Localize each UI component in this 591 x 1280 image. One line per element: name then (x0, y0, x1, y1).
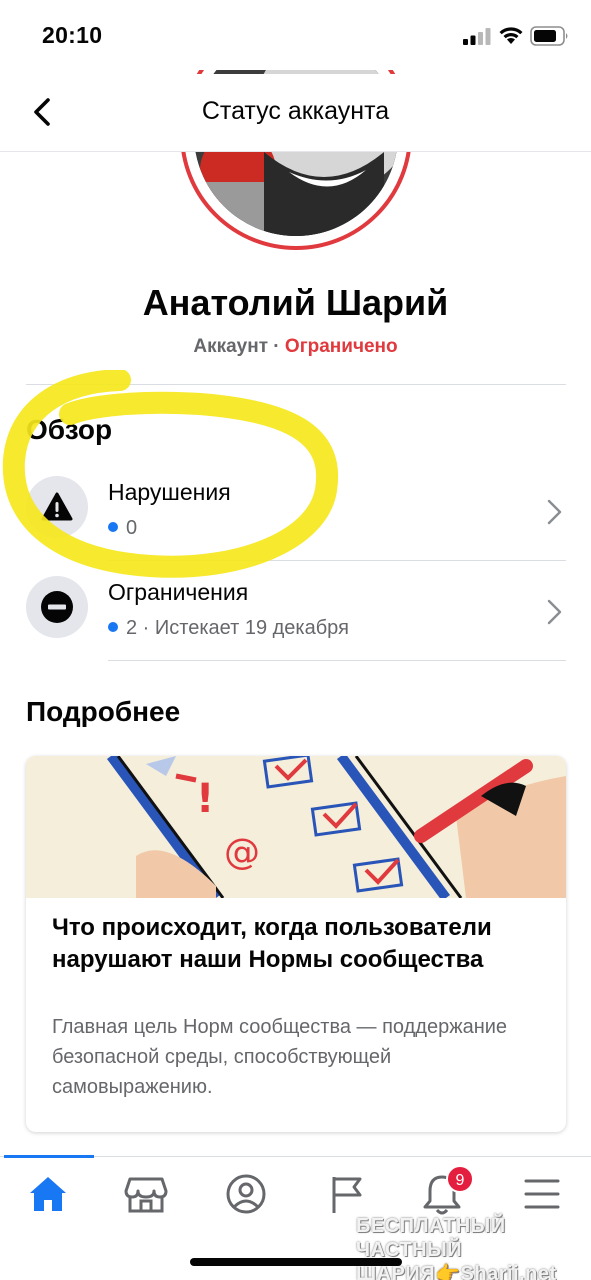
profile-name: Анатолий Шарий (142, 282, 449, 323)
menu-icon[interactable] (512, 1169, 572, 1217)
community-standards-card[interactable]: ! @ Что происходит, когда пользователи н… (26, 756, 566, 1132)
nav-header: Статус аккаунта (0, 74, 591, 152)
chevron-right-icon (547, 599, 562, 625)
notification-count-badge: 9 (446, 1165, 474, 1193)
watermark-line-1: БЕСПЛАТНЫЙ ЧАСТНЫЙ (356, 1215, 506, 1261)
home-icon[interactable] (18, 1169, 78, 1217)
card-description: Главная цель Норм сообщества — поддержан… (52, 1016, 508, 1098)
restrictions-meta: 2 · Истекает 19 декабря (126, 617, 349, 639)
warning-icon (41, 492, 73, 521)
page-title: Статус аккаунта (201, 97, 390, 125)
cellular-signal-icon (463, 28, 491, 45)
svg-text:@: @ (224, 832, 260, 873)
overview-item-meta: 2 · Истекает 19 декабря (108, 617, 349, 640)
account-status-line: Аккаунт · Ограничено (0, 336, 591, 358)
svg-text:!: ! (196, 776, 214, 822)
checklist-illustration: ! @ (26, 756, 566, 901)
wifi-icon (499, 27, 523, 44)
blue-dot-icon (108, 621, 118, 632)
card-illustration: ! @ (26, 756, 566, 901)
account-status-badge: Ограничено (284, 336, 398, 357)
battery-icon (530, 26, 568, 46)
chevron-right-icon (547, 499, 562, 525)
overview-title: Обзор (26, 414, 113, 445)
divider (26, 384, 566, 385)
profile-icon[interactable] (216, 1169, 276, 1217)
home-indicator[interactable] (190, 1258, 402, 1266)
violations-count: 0 (126, 517, 138, 539)
blocked-icon (41, 591, 73, 623)
overview-item-meta: 0 (108, 517, 137, 540)
row-icon-bg (26, 476, 88, 538)
card-title: Что происходит, когда пользователи наруш… (52, 914, 492, 973)
status-bar: 20:10 (0, 0, 591, 74)
active-tab-indicator (4, 1155, 94, 1158)
overview-item-restrictions[interactable]: Ограничения 2 · Истекает 19 декабря (0, 560, 591, 660)
more-title: Подробнее (26, 696, 181, 727)
overview-item-label: Нарушения (108, 479, 231, 505)
status-separator: · (268, 336, 285, 357)
watermark: БЕСПЛАТНЫЙ ЧАСТНЫЙ ШАРИЯ👉Sharij.net (356, 1214, 582, 1280)
pages-flag-icon[interactable] (316, 1169, 376, 1217)
account-label: Аккаунт (193, 336, 269, 357)
overview-item-violations[interactable]: Нарушения 0 (0, 460, 591, 560)
overview-item-label: Ограничения (108, 579, 249, 605)
marketplace-icon[interactable] (116, 1169, 176, 1217)
status-time: 20:10 (42, 22, 103, 48)
row-icon-bg (26, 576, 88, 638)
divider (108, 660, 566, 661)
blue-dot-icon (108, 521, 118, 532)
